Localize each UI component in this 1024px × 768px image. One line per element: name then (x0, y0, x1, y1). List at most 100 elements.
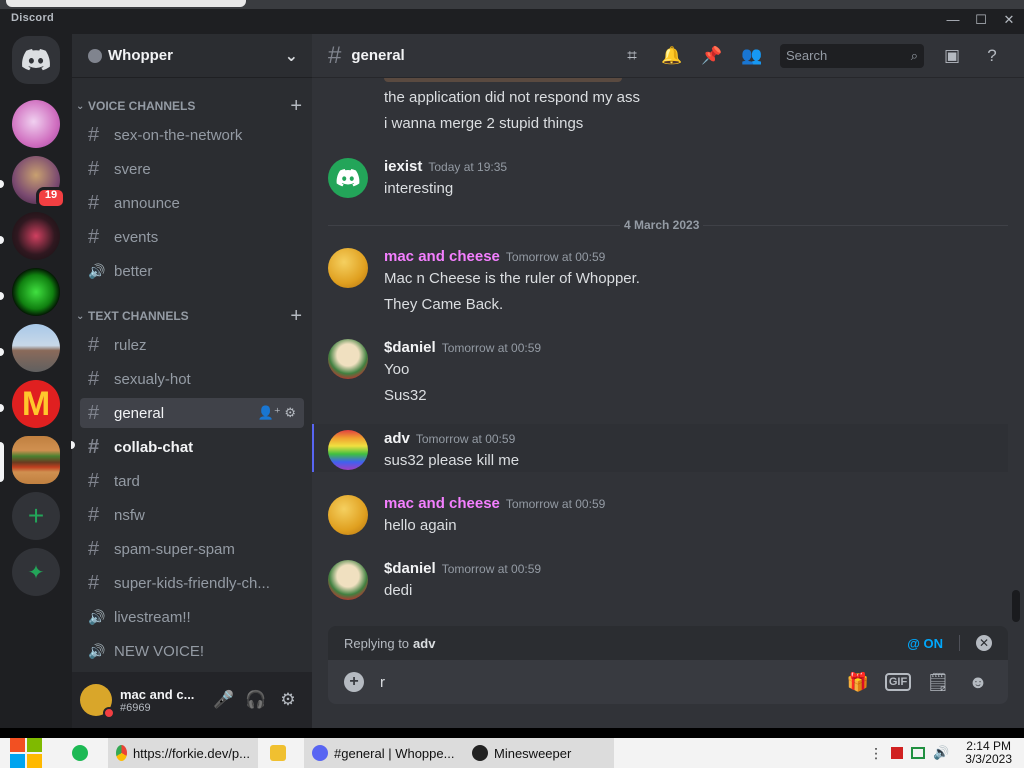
server-icon-6[interactable]: M (12, 380, 60, 428)
message-author[interactable]: adv Tomorrow at 00:59 (384, 430, 515, 447)
mention-badge: 19 (36, 187, 66, 209)
file-explorer-icon[interactable] (258, 738, 304, 768)
maximize-button[interactable]: ☐ (966, 9, 996, 31)
volume-icon[interactable]: 🔊 (933, 745, 949, 761)
message-composer: + 🎁 GIF 🗒 ☻ (328, 660, 1008, 704)
avatar[interactable] (328, 495, 368, 535)
spotify-icon[interactable] (58, 738, 108, 768)
unread-indicator (0, 292, 4, 300)
message-author[interactable]: iexist Today at 19:35 (384, 158, 507, 175)
taskbar-item-minesweeper[interactable]: Minesweeper (464, 738, 614, 768)
channel-item[interactable]: # sexualy-hot (80, 364, 304, 394)
gear-icon[interactable]: ⚙ (272, 684, 304, 716)
invite-and-settings-icons[interactable]: 👤⁺ ⚙ (258, 405, 296, 421)
help-icon[interactable]: ? (972, 44, 1012, 68)
hashtag-icon: # (88, 191, 100, 214)
flag-icon[interactable] (891, 747, 904, 759)
channel-item[interactable]: # svere (80, 154, 304, 184)
author-name: mac and cheese (384, 495, 500, 512)
author-name: iexist (384, 158, 423, 175)
pin-icon[interactable]: 📌 (692, 44, 732, 68)
channel-item[interactable]: # announce (80, 188, 304, 218)
create-channel-icon[interactable]: + (290, 305, 302, 328)
image-attachment[interactable] (384, 78, 622, 82)
threads-icon[interactable]: ⌗ (612, 44, 652, 68)
home-button[interactable] (12, 36, 60, 84)
close-reply-icon[interactable]: ✕ (976, 635, 992, 651)
channel-name: livestream!! (114, 608, 191, 626)
attach-plus-icon[interactable]: + (344, 672, 364, 692)
channel-item[interactable]: # nsfw (80, 500, 304, 530)
message-author[interactable]: mac and cheese Tomorrow at 00:59 (384, 495, 605, 512)
minimize-button[interactable]: — (938, 9, 968, 31)
chrome-icon (116, 745, 127, 761)
network-icon[interactable] (911, 747, 926, 759)
unread-indicator (0, 348, 4, 356)
category-text-channels[interactable]: ⌄ TEXT CHANNELS + (76, 305, 302, 328)
headset-icon[interactable]: 🎧 (240, 684, 272, 716)
gift-icon[interactable]: 🎁 (838, 670, 878, 694)
microphone-icon[interactable]: 🎤 (208, 684, 240, 716)
add-server-button[interactable]: + (12, 492, 60, 540)
mention-toggle[interactable]: @ ON (907, 636, 943, 651)
inbox-icon[interactable]: ▣ (932, 44, 972, 68)
channel-item[interactable]: # sex-on-the-network (80, 120, 304, 150)
message-author[interactable]: $daniel Tomorrow at 00:59 (384, 560, 541, 577)
message-author[interactable]: $daniel Tomorrow at 00:59 (384, 339, 541, 356)
taskbar-item-discord[interactable]: #general | Whoppe... (304, 738, 464, 768)
message-input[interactable] (380, 673, 838, 691)
emoji-icon[interactable]: ☻ (958, 670, 998, 694)
channel-item[interactable]: # events (80, 222, 304, 252)
channel-item[interactable]: # tard (80, 466, 304, 496)
channel-name: svere (114, 160, 151, 178)
channel-item[interactable]: 🔊 NEW VOICE! (80, 636, 304, 666)
close-button[interactable]: ✕ (994, 9, 1024, 31)
message-author[interactable]: mac and cheese Tomorrow at 00:59 (384, 248, 605, 265)
clock[interactable]: 2:14 PM 3/3/2023 (953, 740, 1024, 766)
channel-item[interactable]: # super-kids-friendly-ch... (80, 568, 304, 598)
author-name: $daniel (384, 339, 436, 356)
channel-item-active[interactable]: # general 👤⁺ ⚙ (80, 398, 304, 428)
server-icon-whopper[interactable] (12, 436, 60, 484)
member-list-icon[interactable]: 👥 (732, 44, 772, 68)
channel-item[interactable]: # rulez (80, 330, 304, 360)
guild-header[interactable]: Whopper ⌄ (72, 34, 312, 78)
category-voice-channels[interactable]: ⌄ VOICE CHANNELS + (76, 95, 302, 118)
avatar[interactable] (328, 430, 368, 470)
start-button[interactable] (0, 738, 58, 768)
create-channel-icon[interactable]: + (290, 95, 302, 118)
avatar[interactable] (80, 684, 115, 719)
channel-name: NEW VOICE! (114, 642, 205, 660)
bell-icon[interactable]: 🔔 (652, 44, 692, 68)
search-input[interactable]: Search ⌕ (780, 43, 924, 68)
channel-name: nsfw (114, 506, 145, 524)
timestamp: Today at 19:35 (428, 160, 508, 174)
channel-name: general (114, 404, 165, 422)
clock-date: 3/3/2023 (965, 752, 1012, 766)
channel-item[interactable]: 🔊 better (80, 256, 304, 286)
explore-servers-icon[interactable]: ✦ (12, 548, 60, 596)
user-info[interactable]: mac and c... #6969 (120, 687, 208, 714)
taskbar-item-browser[interactable]: https://forkie.dev/p... (108, 738, 258, 768)
sticker-icon[interactable]: 🗒 (918, 670, 958, 694)
hashtag-icon: # (88, 367, 100, 390)
reply-highlight-bar (312, 424, 314, 472)
avatar[interactable] (328, 560, 368, 600)
channel-item[interactable]: # spam-super-spam (80, 534, 304, 564)
channel-item[interactable]: 🔊 livestream!! (80, 602, 304, 632)
server-icon-5[interactable] (12, 324, 60, 372)
server-icon-4[interactable] (12, 268, 60, 316)
taskbar-label: Minesweeper (494, 745, 572, 761)
message-line: They Came Back. (384, 296, 504, 313)
channel-item[interactable]: # collab-chat (80, 432, 304, 462)
category-label: TEXT CHANNELS (88, 309, 189, 323)
avatar[interactable] (328, 248, 368, 288)
avatar[interactable] (328, 339, 368, 379)
gif-button[interactable]: GIF (878, 670, 918, 694)
server-icon-1[interactable] (12, 100, 60, 148)
scrollbar[interactable] (1012, 590, 1020, 622)
server-icon-3[interactable] (12, 212, 60, 260)
overflow-icon[interactable]: ⋮ (869, 745, 883, 762)
avatar[interactable] (328, 158, 368, 198)
timestamp: Tomorrow at 00:59 (505, 497, 606, 511)
